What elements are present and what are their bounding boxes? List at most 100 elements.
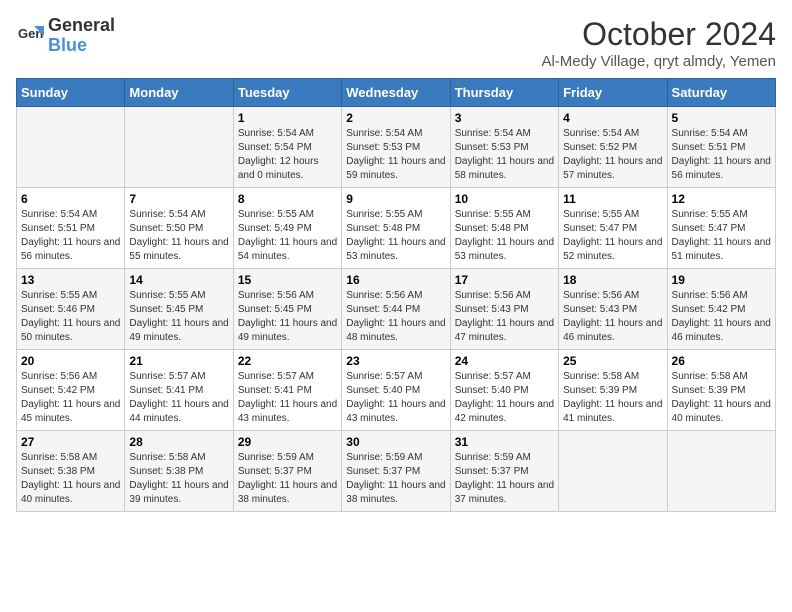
day-number: 27 xyxy=(21,435,120,449)
day-number: 20 xyxy=(21,354,120,368)
week-row-4: 20 Sunrise: 5:56 AMSunset: 5:42 PMDayligh… xyxy=(17,350,776,431)
day-number: 28 xyxy=(129,435,228,449)
day-info: Sunrise: 5:56 AMSunset: 5:42 PMDaylight:… xyxy=(672,289,771,345)
day-info: Sunrise: 5:54 AMSunset: 5:53 PMDaylight:… xyxy=(346,127,445,183)
day-info: Sunrise: 5:55 AMSunset: 5:45 PMDaylight:… xyxy=(129,289,228,345)
day-info: Sunrise: 5:56 AMSunset: 5:43 PMDaylight:… xyxy=(455,289,554,345)
day-number: 25 xyxy=(563,354,662,368)
day-info: Sunrise: 5:58 AMSunset: 5:38 PMDaylight:… xyxy=(21,451,120,507)
day-cell xyxy=(667,431,775,512)
location-title: Al-Medy Village, qryt almdy, Yemen xyxy=(541,53,776,70)
day-info: Sunrise: 5:57 AMSunset: 5:40 PMDaylight:… xyxy=(455,370,554,426)
day-number: 12 xyxy=(672,192,771,206)
calendar-table: SundayMondayTuesdayWednesdayThursdayFrid… xyxy=(16,78,776,512)
day-cell: 17 Sunrise: 5:56 AMSunset: 5:43 PMDayligh… xyxy=(450,269,558,350)
day-info: Sunrise: 5:54 AMSunset: 5:51 PMDaylight:… xyxy=(21,208,120,264)
day-info: Sunrise: 5:54 AMSunset: 5:54 PMDaylight:… xyxy=(238,127,337,183)
day-cell: 7 Sunrise: 5:54 AMSunset: 5:50 PMDaylight… xyxy=(125,188,233,269)
day-info: Sunrise: 5:59 AMSunset: 5:37 PMDaylight:… xyxy=(238,451,337,507)
week-row-1: 1 Sunrise: 5:54 AMSunset: 5:54 PMDaylight… xyxy=(17,107,776,188)
day-number: 6 xyxy=(21,192,120,206)
day-number: 21 xyxy=(129,354,228,368)
day-number: 31 xyxy=(455,435,554,449)
header-row: SundayMondayTuesdayWednesdayThursdayFrid… xyxy=(17,79,776,107)
day-info: Sunrise: 5:56 AMSunset: 5:44 PMDaylight:… xyxy=(346,289,445,345)
day-cell: 13Sunrise: 5:55 AMSunset: 5:46 PMDayligh… xyxy=(17,269,125,350)
day-info: Sunrise: 5:58 AMSunset: 5:38 PMDaylight:… xyxy=(129,451,228,507)
day-cell: 31Sunrise: 5:59 AMSunset: 5:37 PMDayligh… xyxy=(450,431,558,512)
day-number: 8 xyxy=(238,192,337,206)
day-number: 11 xyxy=(563,192,662,206)
day-number: 14 xyxy=(129,273,228,287)
day-info: Sunrise: 5:56 AMSunset: 5:43 PMDaylight:… xyxy=(563,289,662,345)
day-info: Sunrise: 5:55 AMSunset: 5:49 PMDaylight:… xyxy=(238,208,337,264)
day-cell: 15Sunrise: 5:56 AMSunset: 5:45 PMDayligh… xyxy=(233,269,341,350)
month-title: October 2024 xyxy=(541,16,776,53)
day-info: Sunrise: 5:59 AMSunset: 5:37 PMDaylight:… xyxy=(346,451,445,507)
week-row-5: 27 Sunrise: 5:58 AMSunset: 5:38 PMDayligh… xyxy=(17,431,776,512)
header-friday: Friday xyxy=(559,79,667,107)
day-cell xyxy=(17,107,125,188)
day-cell: 21 Sunrise: 5:57 AMSunset: 5:41 PMDayligh… xyxy=(125,350,233,431)
day-info: Sunrise: 5:55 AMSunset: 5:48 PMDaylight:… xyxy=(455,208,554,264)
day-info: Sunrise: 5:58 AMSunset: 5:39 PMDaylight:… xyxy=(563,370,662,426)
day-cell: 2Sunrise: 5:54 AMSunset: 5:53 PMDaylight… xyxy=(342,107,450,188)
day-cell: 23 Sunrise: 5:57 AMSunset: 5:40 PMDayligh… xyxy=(342,350,450,431)
calendar-body: 1 Sunrise: 5:54 AMSunset: 5:54 PMDaylight… xyxy=(17,107,776,512)
day-number: 3 xyxy=(455,111,554,125)
day-number: 7 xyxy=(129,192,228,206)
day-cell: 28 Sunrise: 5:58 AMSunset: 5:38 PMDayligh… xyxy=(125,431,233,512)
day-number: 18 xyxy=(563,273,662,287)
day-cell: 3 Sunrise: 5:54 AMSunset: 5:53 PMDaylight… xyxy=(450,107,558,188)
day-number: 9 xyxy=(346,192,445,206)
header-monday: Monday xyxy=(125,79,233,107)
day-number: 1 xyxy=(238,111,337,125)
day-cell xyxy=(125,107,233,188)
week-row-3: 13Sunrise: 5:55 AMSunset: 5:46 PMDayligh… xyxy=(17,269,776,350)
header-tuesday: Tuesday xyxy=(233,79,341,107)
day-cell xyxy=(559,431,667,512)
title-block: October 2024 Al-Medy Village, qryt almdy… xyxy=(541,16,776,70)
day-number: 26 xyxy=(672,354,771,368)
day-cell: 25 Sunrise: 5:58 AMSunset: 5:39 PMDayligh… xyxy=(559,350,667,431)
calendar-header: SundayMondayTuesdayWednesdayThursdayFrid… xyxy=(17,79,776,107)
day-cell: 9 Sunrise: 5:55 AMSunset: 5:48 PMDaylight… xyxy=(342,188,450,269)
day-info: Sunrise: 5:54 AMSunset: 5:53 PMDaylight:… xyxy=(455,127,554,183)
day-number: 29 xyxy=(238,435,337,449)
day-cell: 26Sunrise: 5:58 AMSunset: 5:39 PMDayligh… xyxy=(667,350,775,431)
day-number: 22 xyxy=(238,354,337,368)
day-cell: 16Sunrise: 5:56 AMSunset: 5:44 PMDayligh… xyxy=(342,269,450,350)
header-thursday: Thursday xyxy=(450,79,558,107)
day-number: 4 xyxy=(563,111,662,125)
day-cell: 1 Sunrise: 5:54 AMSunset: 5:54 PMDaylight… xyxy=(233,107,341,188)
week-row-2: 6 Sunrise: 5:54 AMSunset: 5:51 PMDaylight… xyxy=(17,188,776,269)
header-wednesday: Wednesday xyxy=(342,79,450,107)
day-info: Sunrise: 5:57 AMSunset: 5:40 PMDaylight:… xyxy=(346,370,445,426)
day-cell: 22 Sunrise: 5:57 AMSunset: 5:41 PMDayligh… xyxy=(233,350,341,431)
day-info: Sunrise: 5:54 AMSunset: 5:50 PMDaylight:… xyxy=(129,208,228,264)
day-info: Sunrise: 5:55 AMSunset: 5:47 PMDaylight:… xyxy=(672,208,771,264)
day-info: Sunrise: 5:57 AMSunset: 5:41 PMDaylight:… xyxy=(238,370,337,426)
day-cell: 11 Sunrise: 5:55 AMSunset: 5:47 PMDayligh… xyxy=(559,188,667,269)
day-info: Sunrise: 5:54 AMSunset: 5:52 PMDaylight:… xyxy=(563,127,662,183)
day-number: 23 xyxy=(346,354,445,368)
day-info: Sunrise: 5:56 AMSunset: 5:42 PMDaylight:… xyxy=(21,370,120,426)
logo-icon: Gen xyxy=(16,22,44,50)
day-number: 17 xyxy=(455,273,554,287)
day-cell: 14 Sunrise: 5:55 AMSunset: 5:45 PMDayligh… xyxy=(125,269,233,350)
day-info: Sunrise: 5:56 AMSunset: 5:45 PMDaylight:… xyxy=(238,289,337,345)
day-cell: 6 Sunrise: 5:54 AMSunset: 5:51 PMDaylight… xyxy=(17,188,125,269)
day-info: Sunrise: 5:55 AMSunset: 5:48 PMDaylight:… xyxy=(346,208,445,264)
header-saturday: Saturday xyxy=(667,79,775,107)
day-cell: 19 Sunrise: 5:56 AMSunset: 5:42 PMDayligh… xyxy=(667,269,775,350)
day-cell: 4 Sunrise: 5:54 AMSunset: 5:52 PMDaylight… xyxy=(559,107,667,188)
day-cell: 12 Sunrise: 5:55 AMSunset: 5:47 PMDayligh… xyxy=(667,188,775,269)
day-cell: 27 Sunrise: 5:58 AMSunset: 5:38 PMDayligh… xyxy=(17,431,125,512)
day-info: Sunrise: 5:57 AMSunset: 5:41 PMDaylight:… xyxy=(129,370,228,426)
logo: Gen General Blue xyxy=(16,16,115,56)
day-info: Sunrise: 5:55 AMSunset: 5:47 PMDaylight:… xyxy=(563,208,662,264)
day-number: 19 xyxy=(672,273,771,287)
day-number: 10 xyxy=(455,192,554,206)
header-sunday: Sunday xyxy=(17,79,125,107)
day-cell: 8 Sunrise: 5:55 AMSunset: 5:49 PMDaylight… xyxy=(233,188,341,269)
